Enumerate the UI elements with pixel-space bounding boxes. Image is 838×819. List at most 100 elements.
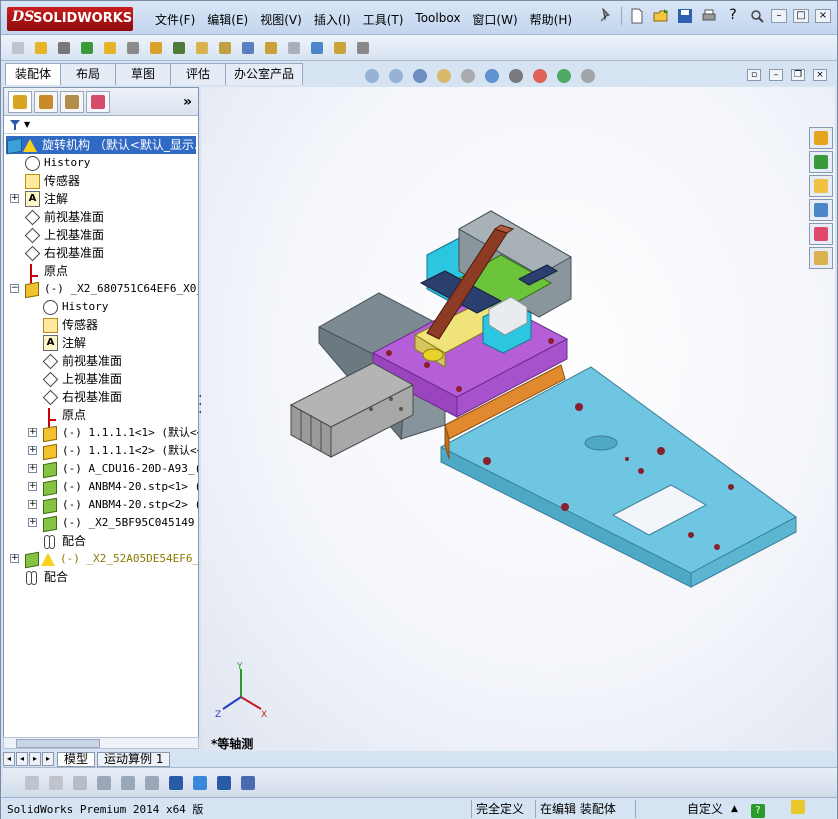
- next-tab-arrow[interactable]: ▸: [29, 752, 41, 766]
- tree-item-component[interactable]: (-) 1.1.1.1<2> (默认<<: [42, 442, 198, 460]
- tree-item-sub-annotations[interactable]: 注解: [42, 334, 86, 352]
- appearances-scenes-icon[interactable]: [809, 223, 833, 245]
- tab-office-products[interactable]: 办公室产品: [225, 63, 304, 85]
- tab-layout[interactable]: 布局: [60, 63, 116, 85]
- tree-item-warning-component[interactable]: (-) _X2_52A05DE54EF6_X0: [24, 550, 198, 568]
- tree-item-top-plane[interactable]: 上视基准面: [24, 226, 104, 244]
- tree-root-assembly[interactable]: 旋转机构 （默认<默认_显示...: [6, 136, 198, 154]
- menu-edit[interactable]: 编辑(E): [201, 9, 254, 29]
- display-manager-tab-icon[interactable]: [86, 90, 110, 113]
- open-folder-icon[interactable]: [652, 7, 670, 25]
- tree-item-sub-sensors[interactable]: 传感器: [42, 316, 98, 334]
- linear-pattern-icon[interactable]: [78, 39, 96, 57]
- help-icon[interactable]: ?: [724, 7, 742, 25]
- expand-annotations-toggle[interactable]: +: [10, 194, 19, 203]
- tree-item-front-plane[interactable]: 前视基准面: [24, 208, 104, 226]
- view-palette-icon[interactable]: [809, 199, 833, 221]
- reference-geometry-icon[interactable]: [193, 39, 211, 57]
- motion-tool-icon[interactable]: [47, 774, 65, 792]
- custom-properties-icon[interactable]: [809, 247, 833, 269]
- tree-item-annotations[interactable]: 注解: [24, 190, 68, 208]
- move-component-icon[interactable]: [124, 39, 142, 57]
- tree-item-history[interactable]: History: [24, 154, 90, 172]
- status-rebuild-icon[interactable]: [775, 799, 815, 818]
- menu-tools[interactable]: 工具(T): [357, 9, 410, 29]
- expand-component-toggle[interactable]: +: [28, 500, 37, 509]
- expand-component-toggle[interactable]: +: [28, 518, 37, 527]
- maximize-button[interactable]: □: [793, 9, 809, 23]
- tree-horizontal-scrollbar[interactable]: [3, 737, 199, 749]
- feature-manager-tab-icon[interactable]: [8, 90, 32, 113]
- menu-help[interactable]: 帮助(H): [524, 9, 578, 29]
- tree-item-sub-mates[interactable]: 配合: [42, 532, 86, 550]
- tree-item-sensors[interactable]: 传感器: [24, 172, 80, 190]
- tree-item-component[interactable]: (-) A_CDU16-20D-A93_(0: [42, 460, 198, 478]
- menu-window[interactable]: 窗口(W): [466, 9, 523, 29]
- tab-assembly[interactable]: 装配体: [5, 63, 61, 85]
- document-close-button[interactable]: ×: [813, 69, 827, 81]
- graph-icon[interactable]: [167, 774, 185, 792]
- bill-of-materials-icon[interactable]: [239, 39, 257, 57]
- update-speedpak-icon[interactable]: [331, 39, 349, 57]
- graphics-area[interactable]: Y X Z *等轴测: [201, 87, 835, 751]
- tree-item-component[interactable]: (-) _X2_5BF95C045149 7E: [42, 514, 198, 532]
- tree-item-origin[interactable]: 原点: [24, 262, 68, 280]
- pushpin-icon[interactable]: [597, 7, 615, 25]
- grid-icon[interactable]: [215, 774, 233, 792]
- tree-item-right-plane[interactable]: 右视基准面: [24, 244, 104, 262]
- tree-item-sub-top-plane[interactable]: 上视基准面: [42, 370, 122, 388]
- expand-component-toggle[interactable]: +: [28, 482, 37, 491]
- status-units[interactable]: 自定义: [665, 800, 727, 818]
- property-manager-tab-icon[interactable]: [34, 90, 58, 113]
- close-button[interactable]: ×: [815, 9, 831, 23]
- tree-item-component[interactable]: (-) ANBM4-20.stp<2> (: [42, 496, 198, 514]
- section-view-icon[interactable]: [435, 67, 453, 85]
- new-part-icon[interactable]: [9, 39, 27, 57]
- motion-tool-icon[interactable]: [23, 774, 41, 792]
- tree-item-sub-right-plane[interactable]: 右视基准面: [42, 388, 122, 406]
- file-explorer-icon[interactable]: [809, 175, 833, 197]
- menu-toolbox[interactable]: Toolbox: [409, 9, 466, 29]
- cube-icon[interactable]: [191, 774, 209, 792]
- tree-item-sub-front-plane[interactable]: 前视基准面: [42, 352, 122, 370]
- panel-more-button[interactable]: »: [183, 94, 192, 110]
- expand-component-toggle[interactable]: +: [10, 554, 19, 563]
- instant3d-icon[interactable]: [308, 39, 326, 57]
- first-tab-arrow[interactable]: ◂: [3, 752, 15, 766]
- menu-file[interactable]: 文件(F): [149, 9, 201, 29]
- last-tab-arrow[interactable]: ▸: [42, 752, 54, 766]
- tab-sketch[interactable]: 草图: [115, 63, 171, 85]
- search-commands-icon[interactable]: [748, 7, 766, 25]
- tab-evaluate[interactable]: 评估: [170, 63, 226, 85]
- scrollbar-thumb[interactable]: [16, 739, 100, 748]
- previous-view-icon[interactable]: [411, 67, 429, 85]
- tree-item-component[interactable]: (-) ANBM4-20.stp<1> (: [42, 478, 198, 496]
- menu-view[interactable]: 视图(V): [254, 9, 308, 29]
- print-icon[interactable]: [700, 7, 718, 25]
- tree-item-sub-history[interactable]: History: [42, 298, 108, 316]
- tab-model[interactable]: 模型: [57, 751, 96, 767]
- prev-tab-arrow[interactable]: ◂: [16, 752, 28, 766]
- smart-fasteners-icon[interactable]: [101, 39, 119, 57]
- design-library-icon[interactable]: [809, 151, 833, 173]
- expand-component-toggle[interactable]: +: [28, 428, 37, 437]
- collapse-subassembly-toggle[interactable]: −: [10, 284, 19, 293]
- new-document-icon[interactable]: [628, 7, 646, 25]
- motion-tool-icon[interactable]: [71, 774, 89, 792]
- assembly-model[interactable]: [201, 87, 835, 751]
- explode-line-sketch-icon[interactable]: [285, 39, 303, 57]
- status-help-icon[interactable]: ?: [747, 800, 775, 818]
- table-icon[interactable]: [119, 774, 137, 792]
- tree-item-mates[interactable]: 配合: [24, 568, 68, 586]
- new-motion-study-icon[interactable]: [216, 39, 234, 57]
- insert-component-icon[interactable]: [32, 39, 50, 57]
- document-minimize-button[interactable]: –: [769, 69, 783, 81]
- appearance-icon[interactable]: [531, 67, 549, 85]
- display-style-icon[interactable]: [507, 67, 525, 85]
- zoom-to-area-icon[interactable]: [387, 67, 405, 85]
- status-units-arrow[interactable]: ▲: [727, 800, 747, 818]
- filter-icon[interactable]: [10, 119, 20, 130]
- adjust-icon[interactable]: [143, 774, 161, 792]
- mate-icon[interactable]: [55, 39, 73, 57]
- document-restore-left-button[interactable]: ▫: [747, 69, 761, 81]
